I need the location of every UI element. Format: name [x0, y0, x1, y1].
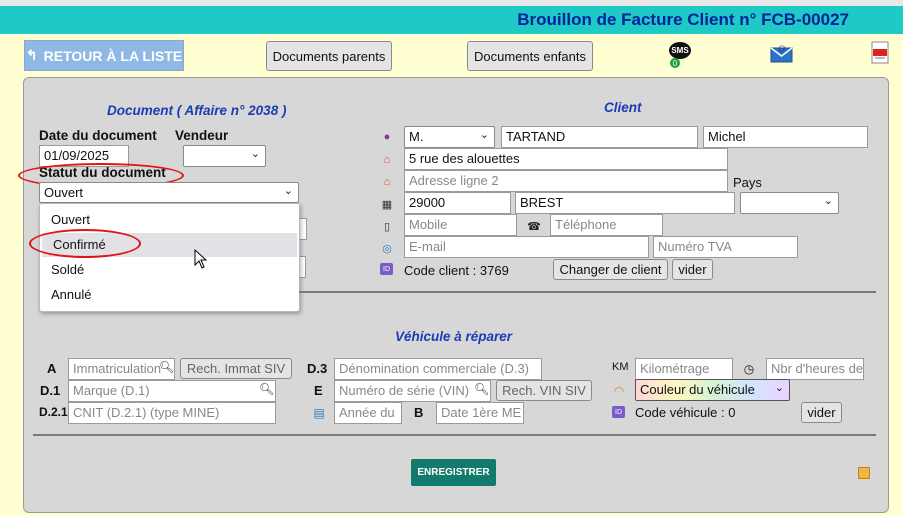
- sms-icon[interactable]: SMS 0: [669, 42, 691, 68]
- email-icon[interactable]: @: [770, 43, 793, 63]
- kilometrage-input[interactable]: Kilométrage: [635, 358, 733, 380]
- mobile-input[interactable]: Mobile: [404, 214, 517, 236]
- chevron-down-icon: ⌄: [823, 195, 833, 207]
- clear-vehicle-button[interactable]: vider: [801, 402, 842, 423]
- date-label: Date du document: [39, 128, 157, 143]
- clock-icon: ◷: [743, 362, 755, 376]
- client-code-label: Code client :: [404, 263, 480, 278]
- vehicle-color-select[interactable]: Couleur du véhicule ⌄: [635, 379, 790, 401]
- chevron-down-icon: ⌄: [479, 129, 489, 141]
- page-title: Brouillon de Facture Client n° FCB-00027: [517, 10, 849, 29]
- notes-icon[interactable]: [858, 467, 870, 479]
- vehicle-code-value: 0: [728, 405, 736, 420]
- status-option-solde[interactable]: Soldé: [40, 258, 295, 282]
- vendeur-select[interactable]: ⌄: [183, 145, 266, 167]
- calendar-icon: ▤: [313, 406, 325, 420]
- status-option-annule[interactable]: Annulé: [40, 283, 295, 307]
- change-client-button[interactable]: Changer de client: [553, 259, 668, 280]
- phone-input[interactable]: Téléphone: [550, 214, 663, 236]
- a-label: A: [47, 361, 57, 376]
- back-to-list-label: RETOUR À LA LISTE: [43, 47, 183, 64]
- building-icon: ▦: [381, 198, 393, 211]
- divider-2: [33, 434, 876, 436]
- status-select-value: Ouvert: [44, 185, 84, 200]
- document-section-title: Document ( Affaire n° 2038 ): [107, 103, 287, 118]
- person-icon: ●: [383, 131, 391, 143]
- address1-input[interactable]: 5 rue des alouettes: [404, 148, 728, 170]
- search-icon-2[interactable]: 🔍︎: [259, 382, 274, 396]
- km-label: KM: [612, 361, 629, 373]
- date-1ere-me-input[interactable]: Date 1ère ME: [436, 402, 524, 424]
- b-label: B: [414, 405, 424, 420]
- id-badge-icon-2: ID: [612, 406, 625, 418]
- vehicle-color-value: Couleur du véhicule: [640, 382, 755, 397]
- mouse-cursor-icon: [194, 248, 208, 272]
- annee-input[interactable]: Année du: [334, 402, 402, 424]
- lastname-input[interactable]: TARTAND: [501, 126, 698, 148]
- rech-vin-button[interactable]: Rech. VIN SIV: [496, 380, 592, 401]
- rech-immat-button[interactable]: Rech. Immat SIV: [180, 358, 292, 379]
- cnit-input[interactable]: CNIT (D.2.1) (type MINE): [68, 402, 276, 424]
- back-arrow-icon: ↰: [25, 47, 38, 63]
- pdf-icon[interactable]: [871, 41, 891, 65]
- vin-search-icon[interactable]: 🔍︎: [474, 382, 489, 396]
- vehicle-section-title: Véhicule à réparer: [395, 329, 513, 344]
- status-select[interactable]: Ouvert ⌄: [39, 182, 299, 203]
- back-to-list-button[interactable]: ↰ RETOUR À LA LISTE: [24, 40, 184, 71]
- vehicle-code: Code véhicule : 0: [635, 405, 735, 420]
- client-code-value: 3769: [479, 263, 509, 278]
- mobile-icon: ▯: [383, 220, 391, 233]
- d3-label: D.3: [307, 361, 328, 376]
- vehicle-code-label: Code véhicule :: [635, 405, 729, 420]
- svg-text:@: @: [778, 44, 786, 53]
- documents-enfants-button[interactable]: Documents enfants: [467, 41, 593, 71]
- d21-label: D.2.1: [39, 405, 68, 419]
- home-icon-2: ⌂: [383, 176, 391, 188]
- chevron-down-icon: ⌄: [283, 185, 293, 197]
- email-at-icon: ◎: [382, 242, 392, 255]
- pays-select[interactable]: ⌄: [740, 192, 839, 214]
- serie-input[interactable]: Numéro de série (VIN): [334, 380, 491, 402]
- home-icon: ⌂: [383, 154, 391, 166]
- zip-input[interactable]: 29000: [404, 192, 511, 214]
- id-badge-icon: ID: [380, 263, 393, 275]
- chevron-down-icon: ⌄: [250, 148, 260, 160]
- marque-input[interactable]: Marque (D.1): [68, 380, 276, 402]
- email-input[interactable]: E-mail: [404, 236, 649, 258]
- documents-parents-button[interactable]: Documents parents: [266, 41, 392, 71]
- firstname-input[interactable]: Michel: [703, 126, 868, 148]
- address2-input[interactable]: Adresse ligne 2: [404, 170, 728, 192]
- e-label: E: [314, 383, 323, 398]
- chevron-down-icon: ⌄: [774, 382, 784, 394]
- title-bar: Brouillon de Facture Client n° FCB-00027: [0, 6, 903, 34]
- highlight-circle-confirme: [29, 229, 141, 258]
- city-input[interactable]: BREST: [515, 192, 735, 214]
- pays-label: Pays: [733, 175, 762, 190]
- sms-count-badge: 0: [670, 58, 680, 68]
- hours-input[interactable]: Nbr d'heures de: [766, 358, 864, 380]
- denomination-input[interactable]: Dénomination commerciale (D.3): [334, 358, 542, 380]
- phone-icon: ☎: [527, 220, 541, 233]
- save-button[interactable]: ENREGISTRER: [411, 459, 496, 486]
- search-icon[interactable]: 🔍︎: [159, 360, 174, 374]
- civility-select[interactable]: M. ⌄: [404, 126, 495, 148]
- d1-label: D.1: [40, 383, 61, 398]
- client-code: Code client : 3769: [404, 263, 509, 278]
- vendeur-label: Vendeur: [175, 128, 229, 143]
- clear-client-button[interactable]: vider: [672, 259, 713, 280]
- client-section-title: Client: [604, 100, 642, 115]
- divider-1: [299, 291, 876, 293]
- tva-input[interactable]: Numéro TVA: [653, 236, 798, 258]
- civility-value: M.: [409, 129, 424, 144]
- rainbow-icon: ◠: [613, 384, 625, 398]
- sms-bubble: SMS: [669, 42, 691, 59]
